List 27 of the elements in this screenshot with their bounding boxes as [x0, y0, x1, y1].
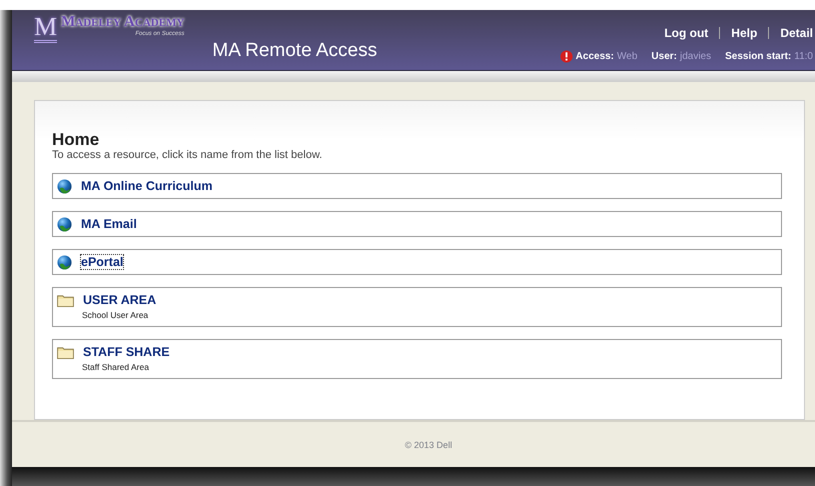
globe-icon [57, 178, 72, 194]
resource-description: Staff Shared Area [82, 362, 150, 372]
header-link[interactable]: Detail [780, 26, 813, 40]
header-link[interactable]: Help [731, 26, 758, 40]
resource-link[interactable]: ePortal [80, 254, 124, 270]
resource-link[interactable]: USER AREA [82, 292, 158, 308]
status-value: jdavies [680, 51, 712, 62]
logo-name: Madeley Academy [61, 14, 184, 30]
resource-description: School User Area [82, 310, 150, 320]
status-value: Web [617, 51, 638, 62]
logo-letter: M [34, 14, 58, 43]
status-label: User: [651, 51, 677, 62]
resource-link[interactable]: STAFF SHARE [82, 344, 171, 360]
page-heading: Home [52, 131, 100, 149]
globe-icon [57, 254, 72, 270]
intro-text: To access a resource, click its name from the list below. [52, 149, 324, 161]
resource-link[interactable]: MA Online Curriculum [80, 178, 214, 194]
folder-icon [57, 294, 74, 306]
resource-link[interactable]: MA Email [80, 216, 138, 232]
status-label: Access: [576, 51, 614, 62]
globe-icon [57, 216, 72, 232]
app-title: MA Remote Access [212, 40, 378, 62]
header-link[interactable]: Log out [664, 26, 708, 40]
status-label: Session start: [725, 51, 792, 62]
status-value: 11:0 [794, 51, 813, 62]
copyright-text: © 2013 Dell [404, 440, 452, 450]
folder-icon [57, 346, 74, 358]
